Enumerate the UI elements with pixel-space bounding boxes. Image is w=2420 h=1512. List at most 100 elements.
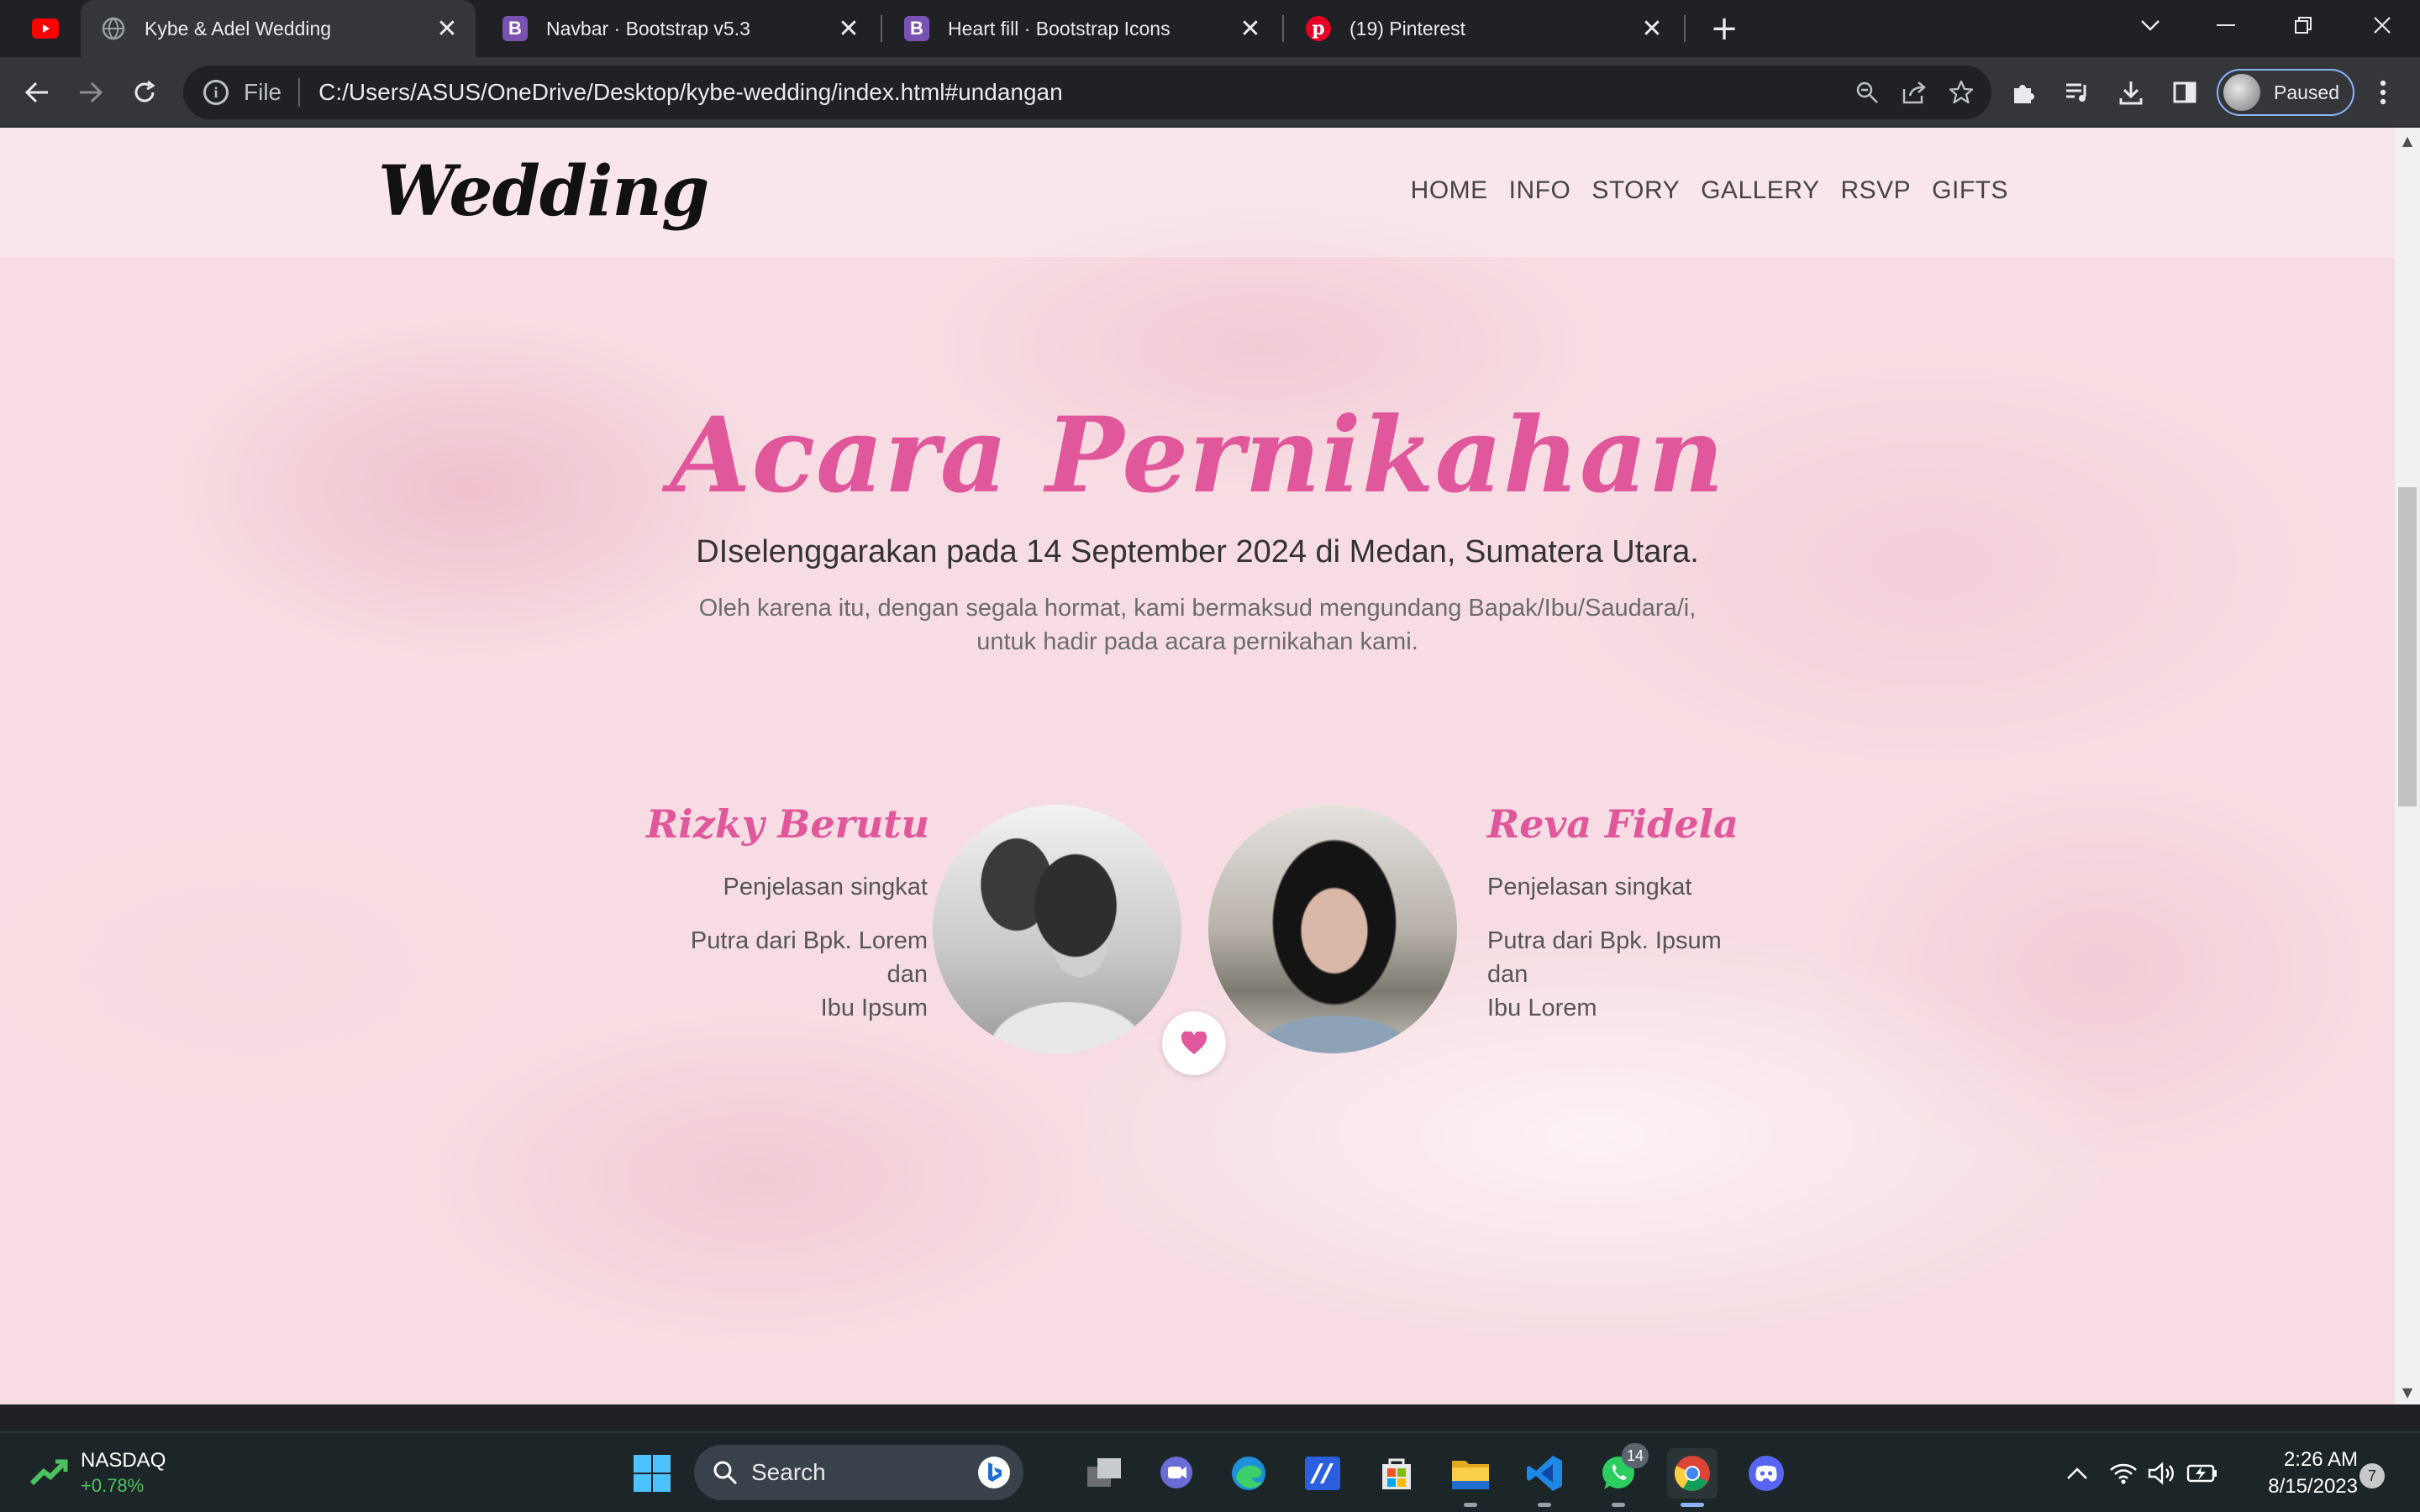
nav-gallery[interactable]: GALLERY	[1701, 176, 1819, 205]
nav-links: HOME INFO STORY GALLERY RSVP GIFTS	[1411, 176, 2008, 205]
tab-kybe-adel-wedding[interactable]: Kybe & Adel Wedding ✕	[81, 0, 476, 57]
battery-charging-icon[interactable]	[2186, 1463, 2218, 1483]
tab-navbar-bootstrap[interactable]: B Navbar · Bootstrap v5.3 ✕	[482, 0, 877, 57]
stock-widget[interactable]: NASDAQ +0.78%	[30, 1448, 166, 1499]
stock-up-icon	[30, 1459, 68, 1486]
tab-title: (19) Pinterest	[1349, 17, 1466, 39]
nav-rsvp[interactable]: RSVP	[1840, 176, 1911, 205]
section-title: Acara Pernikahan	[670, 395, 1725, 517]
notification-center-badge[interactable]: 7	[2360, 1463, 2385, 1488]
share-icon[interactable]	[1891, 69, 1938, 116]
close-tab-icon[interactable]: ✕	[1635, 12, 1669, 45]
vscode-icon[interactable]	[1519, 1448, 1570, 1507]
close-tab-icon[interactable]: ✕	[832, 12, 865, 45]
system-clock[interactable]: 2:26 AM 8/15/2023	[2245, 1446, 2358, 1500]
notification-badge: 14	[1622, 1443, 1649, 1468]
chrome-icon[interactable]	[1667, 1448, 1718, 1507]
groom-short-desc: Penjelasan singkat	[723, 874, 928, 900]
description-line: untuk hadir pada acara pernikahan kami.	[976, 628, 1418, 655]
tab-search-chevron-icon[interactable]	[2112, 0, 2188, 50]
tab-divider	[1282, 15, 1284, 42]
new-tab-button[interactable]: +	[1701, 5, 1748, 52]
running-indicator	[1538, 1503, 1551, 1507]
profile-button[interactable]: Paused	[2217, 69, 2354, 116]
wifi-icon[interactable]	[2109, 1462, 2138, 1485]
vertical-scrollbar[interactable]: ▲ ▼	[2395, 128, 2420, 1404]
scrollbar-thumb[interactable]	[2398, 487, 2417, 806]
info-icon[interactable]: i	[203, 80, 229, 105]
nav-gifts[interactable]: GIFTS	[1932, 176, 2008, 205]
discord-icon[interactable]	[1741, 1448, 1791, 1499]
browser-tab-strip: Kybe & Adel Wedding ✕ B Navbar · Bootstr…	[0, 0, 2420, 57]
profile-status: Paused	[2274, 81, 2340, 103]
scheme-label: File	[244, 79, 282, 105]
microsoft-store-icon[interactable]	[1371, 1448, 1422, 1499]
running-indicator	[1612, 1503, 1625, 1507]
windows-start-icon[interactable]	[627, 1448, 677, 1499]
address-bar[interactable]: i File C:/Users/ASUS/OneDrive/Desktop/ky…	[183, 66, 1991, 119]
whatsapp-icon[interactable]: 14	[1593, 1443, 1649, 1507]
extensions-puzzle-icon[interactable]	[2000, 69, 2047, 116]
back-arrow-icon[interactable]	[13, 69, 60, 116]
bootstrap-icon: B	[904, 16, 929, 41]
nav-story[interactable]: STORY	[1591, 176, 1680, 205]
taskbar-search-box[interactable]: Search	[694, 1445, 1023, 1500]
restore-button[interactable]	[2265, 0, 2341, 50]
bride-short-desc: Penjelasan singkat	[1487, 874, 1692, 900]
browser-toolbar: i File C:/Users/ASUS/OneDrive/Desktop/ky…	[0, 57, 2420, 128]
clock-date: 8/15/2023	[2268, 1475, 2358, 1498]
description-line: Oleh karena itu, dengan segala hormat, k…	[698, 595, 1697, 622]
teams-chat-icon[interactable]	[1151, 1448, 1202, 1499]
stock-name: NASDAQ	[81, 1449, 166, 1472]
youtube-tab-icon[interactable]	[22, 7, 69, 50]
groom-photo	[933, 805, 1181, 1053]
clock-time: 2:26 AM	[2283, 1448, 2358, 1471]
download-icon[interactable]	[2107, 69, 2154, 116]
bootstrap-icon: B	[502, 16, 528, 41]
close-window-button[interactable]	[2344, 0, 2420, 50]
chrome-menu-icon[interactable]	[2360, 69, 2407, 116]
bookmark-star-icon[interactable]	[1938, 69, 1985, 116]
stock-change: +0.78%	[81, 1475, 145, 1496]
section-subtitle: DIselenggarakan pada 14 September 2024 d…	[696, 534, 1699, 570]
minimize-button[interactable]	[2188, 0, 2264, 50]
page-viewport: Wedding HOME INFO STORY GALLERY RSVP GIF…	[0, 128, 2420, 1404]
section-description: Oleh karena itu, dengan segala hormat, k…	[0, 591, 2395, 659]
file-explorer-icon[interactable]	[1445, 1448, 1496, 1507]
side-panel-icon[interactable]	[2161, 69, 2208, 116]
tab-pinterest[interactable]: p (19) Pinterest ✕	[1286, 0, 1681, 57]
tab-heart-fill-bootstrap-icons[interactable]: B Heart fill · Bootstrap Icons ✕	[884, 0, 1279, 57]
volume-icon[interactable]	[2148, 1462, 2176, 1485]
heart-fill-icon	[1162, 1011, 1226, 1075]
task-view-icon[interactable]	[1079, 1448, 1129, 1499]
url-text[interactable]: C:/Users/ASUS/OneDrive/Desktop/kybe-wedd…	[318, 79, 1063, 106]
close-tab-icon[interactable]: ✕	[430, 12, 464, 45]
parents-line: Putra dari Bpk. Ipsum	[1487, 927, 1722, 954]
media-queue-icon[interactable]	[2054, 69, 2101, 116]
nav-home[interactable]: HOME	[1411, 176, 1488, 205]
windows-taskbar: NASDAQ +0.78% Search 14 2:26 AM 8/15/202…	[0, 1431, 2420, 1512]
edge-icon[interactable]	[1223, 1448, 1274, 1499]
parents-line: Ibu Lorem	[1487, 995, 1597, 1021]
tab-title: Heart fill · Bootstrap Icons	[948, 17, 1171, 39]
chevron-up-icon[interactable]	[2065, 1467, 2089, 1480]
close-tab-icon[interactable]: ✕	[1234, 12, 1267, 45]
groom-name: Rizky Berutu	[646, 801, 929, 847]
scroll-down-arrow-icon[interactable]: ▼	[2395, 1379, 2420, 1404]
parents-line: Ibu Ipsum	[820, 995, 928, 1021]
bing-icon	[978, 1457, 1010, 1488]
system-tray	[2050, 1433, 2218, 1512]
groom-parents: Putra dari Bpk. Lorem dan Ibu Ipsum	[691, 924, 928, 1025]
zoom-icon[interactable]	[1844, 69, 1891, 116]
code-editor-icon[interactable]	[1297, 1448, 1348, 1499]
forward-arrow-icon[interactable]	[67, 69, 114, 116]
scroll-up-arrow-icon[interactable]: ▲	[2395, 128, 2420, 153]
reload-icon[interactable]	[121, 69, 168, 116]
search-placeholder: Search	[751, 1459, 826, 1485]
omnibox-actions	[1844, 66, 1991, 119]
bride-photo	[1208, 805, 1457, 1053]
site-brand[interactable]: Wedding	[378, 151, 709, 232]
parents-line: Putra dari Bpk. Lorem	[690, 927, 928, 954]
nav-info[interactable]: INFO	[1509, 176, 1571, 205]
tab-title: Navbar · Bootstrap v5.3	[546, 17, 750, 39]
